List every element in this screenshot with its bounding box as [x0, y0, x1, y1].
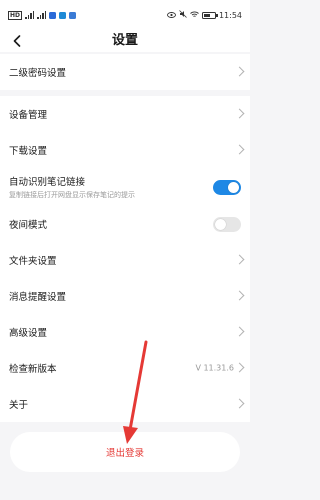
- app-notification-icon: [49, 11, 57, 19]
- row-auto-detect-note-link: 自动识别笔记链接 复制链接后打开网盘显示保存笔记的提示: [0, 168, 250, 206]
- toggle-knob: [228, 181, 239, 193]
- row-label: 高级设置: [9, 328, 48, 339]
- row-label: 消息提醒设置: [9, 292, 67, 303]
- row-subtitle: 复制链接后打开网盘显示保存笔记的提示: [9, 191, 135, 199]
- signal-icon: [37, 11, 47, 19]
- row-label: 夜间模式: [9, 220, 48, 231]
- row-label: 自动识别笔记链接: [9, 177, 86, 188]
- row-label: 下载设置: [9, 146, 48, 157]
- chevron-right-icon: [234, 362, 245, 373]
- chevron-left-icon: [13, 35, 21, 47]
- settings-group-main: 设备管理 下载设置 自动识别笔记链接 复制链接后打开网盘显示保存笔记的提示 夜间…: [0, 96, 250, 422]
- row-device-management[interactable]: 设备管理: [0, 96, 250, 132]
- signal-icon: [25, 11, 35, 19]
- row-about[interactable]: 关于: [0, 386, 250, 422]
- row-download-settings[interactable]: 下载设置: [0, 132, 250, 168]
- status-time: 11:54: [218, 10, 242, 20]
- chevron-right-icon: [234, 290, 245, 301]
- row-folder-settings[interactable]: 文件夹设置: [0, 242, 250, 278]
- row-secondary-password[interactable]: 二级密码设置: [0, 54, 250, 90]
- app-icon: [69, 11, 77, 19]
- chevron-right-icon: [234, 254, 245, 265]
- row-label: 设备管理: [9, 110, 48, 121]
- chevron-right-icon: [234, 108, 245, 119]
- header: 设置: [0, 30, 250, 52]
- hd-icon: HD: [8, 10, 23, 20]
- row-text: 自动识别笔记链接 复制链接后打开网盘显示保存笔记的提示: [9, 174, 135, 200]
- chevron-right-icon: [234, 398, 245, 409]
- toggle-knob: [215, 218, 226, 230]
- auto-detect-link-toggle[interactable]: [213, 179, 241, 195]
- row-advanced-settings[interactable]: 高级设置: [0, 314, 250, 350]
- logout-button[interactable]: 退出登录: [10, 432, 240, 472]
- mute-icon: [179, 10, 187, 20]
- battery-icon: [201, 11, 218, 19]
- chevron-right-icon: [234, 326, 245, 337]
- eye-icon: [166, 11, 176, 20]
- night-mode-toggle[interactable]: [213, 216, 241, 232]
- back-button[interactable]: [9, 33, 25, 49]
- row-label: 检查新版本: [9, 364, 57, 375]
- row-label: 关于: [9, 400, 29, 411]
- row-label: 二级密码设置: [9, 68, 67, 79]
- logout-label: 退出登录: [105, 448, 144, 459]
- row-label: 文件夹设置: [9, 256, 57, 267]
- status-right: 11:54: [166, 10, 242, 20]
- chevron-right-icon: [234, 66, 245, 77]
- status-left: HD: [8, 10, 77, 20]
- page-title: 设置: [111, 33, 138, 48]
- version-value: V 11.31.6: [195, 363, 234, 373]
- row-notification-settings[interactable]: 消息提醒设置: [0, 278, 250, 314]
- chevron-right-icon: [234, 144, 245, 155]
- status-bar: HD 11:54: [0, 0, 250, 30]
- vpn-icon: [59, 11, 67, 19]
- row-night-mode: 夜间模式: [0, 206, 250, 242]
- settings-group-security: 二级密码设置: [0, 54, 250, 90]
- row-check-update[interactable]: 检查新版本 V 11.31.6: [0, 350, 250, 386]
- wifi-icon: [190, 11, 199, 20]
